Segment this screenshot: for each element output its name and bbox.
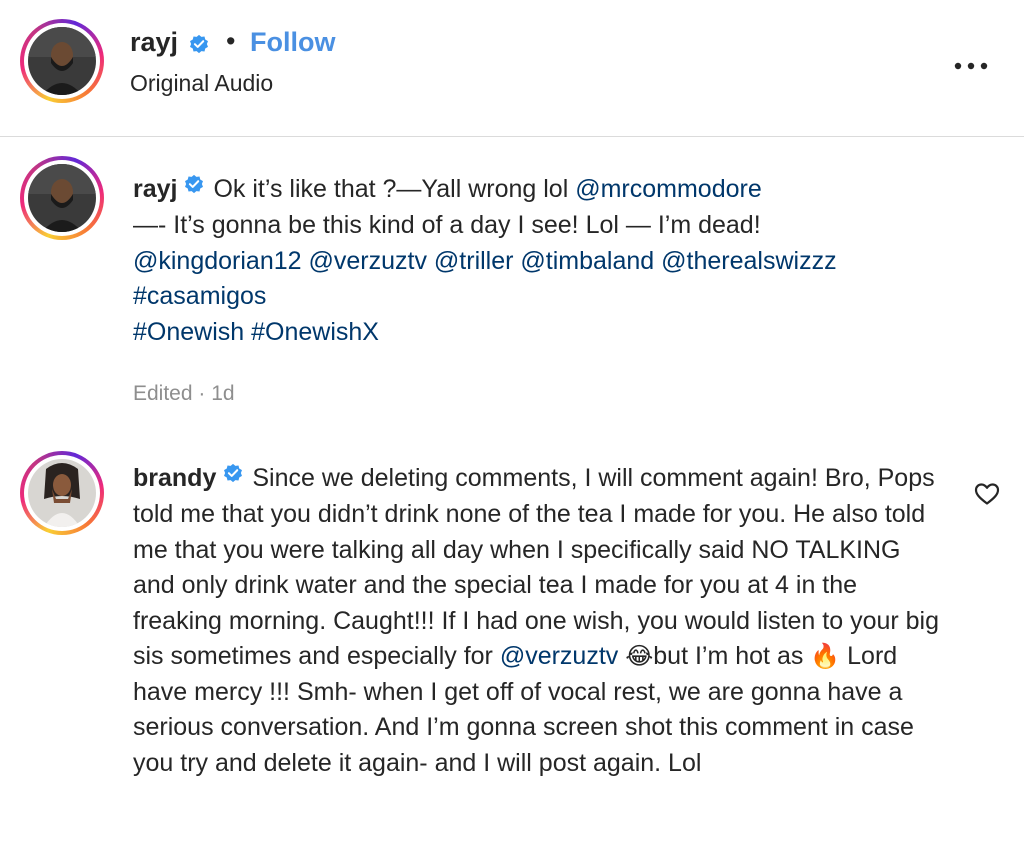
verified-badge-icon [183,170,205,206]
audio-label[interactable]: Original Audio [130,70,273,97]
avatar[interactable] [20,451,104,535]
verified-badge-icon [222,459,244,495]
laughing-emoji: 😂 [625,642,654,671]
verified-badge-icon [188,33,210,60]
mention-link[interactable]: @verzuztv [500,642,618,670]
more-options-icon[interactable] [954,58,988,76]
post-header: rayj • Follow Original Audio [0,0,1024,137]
avatar[interactable] [20,19,104,103]
comment-text: brandy Since we deleting comments, I will… [133,461,945,781]
hashtag-link[interactable]: #OnewishX [251,318,379,346]
mention-link[interactable]: @timbaland [520,247,654,275]
header-username[interactable]: rayj [130,27,178,58]
mention-link[interactable]: @kingdorian12 [133,247,302,275]
mention-link[interactable]: @therealswizzz [661,247,836,275]
hashtag-link[interactable]: #Onewish [133,318,244,346]
fire-emoji: 🔥 [810,642,841,671]
caption-comment: rayj Ok it’s like that ?—Yall wrong lol @… [0,156,1024,406]
caption-text-part: —- It’s gonna be this kind of a day I se… [133,211,761,240]
comment-text-part: Since we deleting comments, I will comme… [133,464,940,671]
follow-button[interactable]: Follow [250,27,335,58]
heart-icon[interactable] [974,482,1000,511]
comment-username[interactable]: brandy [133,464,216,492]
mention-link[interactable]: @triller [434,247,514,275]
mention-link[interactable]: @mrcommodore [575,175,762,203]
caption-text: rayj Ok it’s like that ?—Yall wrong lol @… [133,172,963,350]
caption-text-part: Ok it’s like that ?—Yall wrong lol [213,175,576,203]
caption-meta: Edited · 1d [133,382,235,405]
caption-username[interactable]: rayj [133,175,177,203]
comment-item: brandy Since we deleting comments, I will… [0,451,1024,848]
post-comments-panel: rayj • Follow Original Audio rayj Ok it’… [0,0,1024,848]
hashtag-link[interactable]: #casamigos [133,282,266,310]
mention-link[interactable]: @verzuztv [309,247,427,275]
comment-text-part: but I’m hot as [653,642,811,671]
separator-dot: • [226,26,236,56]
avatar[interactable] [20,156,104,240]
